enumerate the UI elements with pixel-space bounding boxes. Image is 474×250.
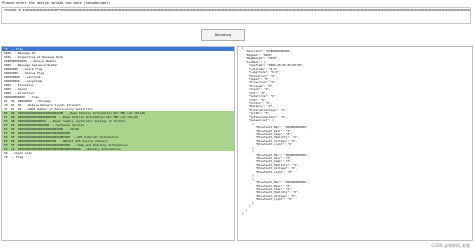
decode-button[interactable]: Decoding [201, 29, 245, 41]
json-result-panel[interactable]: { "DeviceId": "0180000000000", "MsgNum":… [237, 46, 473, 241]
json-line: } [242, 212, 244, 215]
watermark: CSDN @物联网_老猫 [431, 243, 470, 248]
input-prompt: Please enter the device upload raw data … [2, 1, 111, 5]
parsed-line[interactable]: 7E -- Flag [2, 155, 234, 159]
parsed-fields-panel[interactable]: 7E -- Flag 0200 --Message ID 003A --Proper… [1, 46, 235, 241]
hex-data-input[interactable]: 7E020000 3A 0180000000000000000000FF0000… [1, 7, 471, 24]
